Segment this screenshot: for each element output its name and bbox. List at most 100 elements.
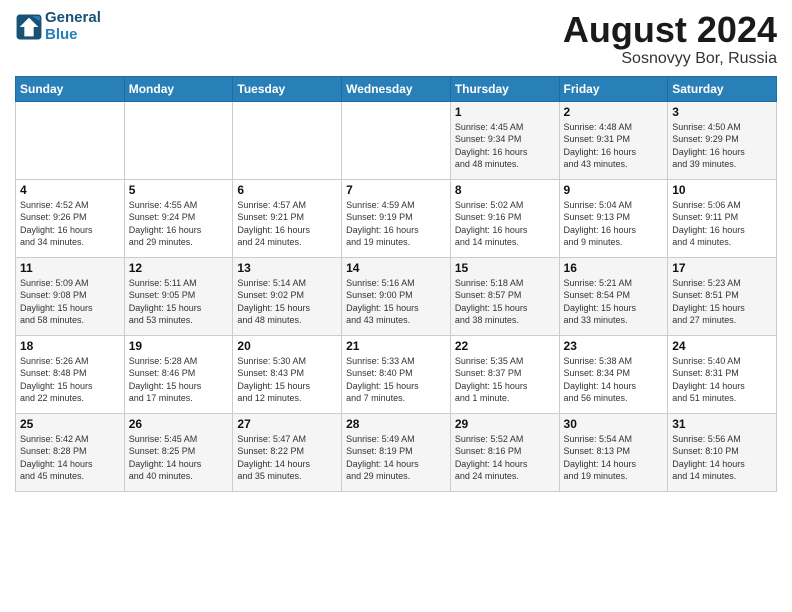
calendar-week-2: 4Sunrise: 4:52 AM Sunset: 9:26 PM Daylig… [16, 179, 777, 257]
logo-text: General Blue [45, 10, 101, 43]
day-number: 13 [237, 261, 337, 275]
day-number: 10 [672, 183, 772, 197]
day-number: 28 [346, 417, 446, 431]
day-info: Sunrise: 5:33 AM Sunset: 8:40 PM Dayligh… [346, 355, 446, 405]
day-number: 31 [672, 417, 772, 431]
day-info: Sunrise: 5:11 AM Sunset: 9:05 PM Dayligh… [129, 277, 229, 327]
calendar-cell: 6Sunrise: 4:57 AM Sunset: 9:21 PM Daylig… [233, 179, 342, 257]
day-info: Sunrise: 5:35 AM Sunset: 8:37 PM Dayligh… [455, 355, 555, 405]
day-number: 16 [564, 261, 664, 275]
calendar-cell [124, 101, 233, 179]
day-info: Sunrise: 5:02 AM Sunset: 9:16 PM Dayligh… [455, 199, 555, 249]
calendar-cell: 27 Sunrise: 5:47 AM Sunset: 8:22 PM Dayli… [233, 413, 342, 491]
day-info: Sunrise: 4:59 AM Sunset: 9:19 PM Dayligh… [346, 199, 446, 249]
day-number: 3 [672, 105, 772, 119]
day-info: Sunrise: 4:52 AM Sunset: 9:26 PM Dayligh… [20, 199, 120, 249]
day-info: Sunrise: 4:55 AM Sunset: 9:24 PM Dayligh… [129, 199, 229, 249]
day-number: 2 [564, 105, 664, 119]
day-info: Sunrise: 5:18 AM Sunset: 8:57 PM Dayligh… [455, 277, 555, 327]
day-number: 23 [564, 339, 664, 353]
calendar-table: SundayMondayTuesdayWednesdayThursdayFrid… [15, 76, 777, 492]
logo: General Blue [15, 10, 101, 43]
header-cell-sunday: Sunday [16, 76, 125, 101]
day-number: 6 [237, 183, 337, 197]
header: General Blue August 2024 Sosnovyy Bor, R… [15, 10, 777, 68]
day-info: Sunrise: 5:30 AM Sunset: 8:43 PM Dayligh… [237, 355, 337, 405]
header-cell-tuesday: Tuesday [233, 76, 342, 101]
calendar-cell: 12 Sunrise: 5:11 AM Sunset: 9:05 PM Dayli… [124, 257, 233, 335]
calendar-cell: 23Sunrise: 5:38 AM Sunset: 8:34 PM Dayli… [559, 335, 668, 413]
calendar-cell: 13 Sunrise: 5:14 AM Sunset: 9:02 PM Dayli… [233, 257, 342, 335]
day-info: Sunrise: 4:48 AM Sunset: 9:31 PM Dayligh… [564, 121, 664, 171]
day-number: 5 [129, 183, 229, 197]
calendar-cell: 5 Sunrise: 4:55 AM Sunset: 9:24 PM Daylig… [124, 179, 233, 257]
calendar-body: 1 Sunrise: 4:45 AM Sunset: 9:34 PM Daylig… [16, 101, 777, 491]
day-info: Sunrise: 5:42 AM Sunset: 8:28 PM Dayligh… [20, 433, 120, 483]
calendar-cell: 1 Sunrise: 4:45 AM Sunset: 9:34 PM Daylig… [450, 101, 559, 179]
day-number: 7 [346, 183, 446, 197]
day-info: Sunrise: 5:21 AM Sunset: 8:54 PM Dayligh… [564, 277, 664, 327]
page-container: General Blue August 2024 Sosnovyy Bor, R… [0, 0, 792, 502]
day-info: Sunrise: 4:50 AM Sunset: 9:29 PM Dayligh… [672, 121, 772, 171]
day-number: 29 [455, 417, 555, 431]
day-info: Sunrise: 5:23 AM Sunset: 8:51 PM Dayligh… [672, 277, 772, 327]
day-info: Sunrise: 5:09 AM Sunset: 9:08 PM Dayligh… [20, 277, 120, 327]
calendar-cell: 18 Sunrise: 5:26 AM Sunset: 8:48 PM Dayli… [16, 335, 125, 413]
month-title: August 2024 [563, 10, 777, 50]
day-number: 30 [564, 417, 664, 431]
day-number: 1 [455, 105, 555, 119]
header-cell-thursday: Thursday [450, 76, 559, 101]
day-info: Sunrise: 5:04 AM Sunset: 9:13 PM Dayligh… [564, 199, 664, 249]
day-number: 27 [237, 417, 337, 431]
day-number: 22 [455, 339, 555, 353]
calendar-week-4: 18 Sunrise: 5:26 AM Sunset: 8:48 PM Dayli… [16, 335, 777, 413]
calendar-cell: 14Sunrise: 5:16 AM Sunset: 9:00 PM Dayli… [342, 257, 451, 335]
calendar-cell: 17Sunrise: 5:23 AM Sunset: 8:51 PM Dayli… [668, 257, 777, 335]
calendar-cell: 30Sunrise: 5:54 AM Sunset: 8:13 PM Dayli… [559, 413, 668, 491]
day-info: Sunrise: 5:26 AM Sunset: 8:48 PM Dayligh… [20, 355, 120, 405]
day-number: 21 [346, 339, 446, 353]
day-number: 20 [237, 339, 337, 353]
calendar-cell [16, 101, 125, 179]
calendar-week-1: 1 Sunrise: 4:45 AM Sunset: 9:34 PM Daylig… [16, 101, 777, 179]
calendar-cell: 19 Sunrise: 5:28 AM Sunset: 8:46 PM Dayli… [124, 335, 233, 413]
day-info: Sunrise: 5:14 AM Sunset: 9:02 PM Dayligh… [237, 277, 337, 327]
day-info: Sunrise: 5:49 AM Sunset: 8:19 PM Dayligh… [346, 433, 446, 483]
calendar-cell: 25 Sunrise: 5:42 AM Sunset: 8:28 PM Dayli… [16, 413, 125, 491]
day-info: Sunrise: 5:16 AM Sunset: 9:00 PM Dayligh… [346, 277, 446, 327]
calendar-cell: 7 Sunrise: 4:59 AM Sunset: 9:19 PM Daylig… [342, 179, 451, 257]
calendar-header-row: SundayMondayTuesdayWednesdayThursdayFrid… [16, 76, 777, 101]
calendar-cell: 16 Sunrise: 5:21 AM Sunset: 8:54 PM Dayli… [559, 257, 668, 335]
day-info: Sunrise: 5:06 AM Sunset: 9:11 PM Dayligh… [672, 199, 772, 249]
day-info: Sunrise: 5:28 AM Sunset: 8:46 PM Dayligh… [129, 355, 229, 405]
calendar-week-3: 11 Sunrise: 5:09 AM Sunset: 9:08 PM Dayli… [16, 257, 777, 335]
day-number: 11 [20, 261, 120, 275]
day-number: 19 [129, 339, 229, 353]
calendar-cell: 21 Sunrise: 5:33 AM Sunset: 8:40 PM Dayli… [342, 335, 451, 413]
day-info: Sunrise: 4:45 AM Sunset: 9:34 PM Dayligh… [455, 121, 555, 171]
day-number: 24 [672, 339, 772, 353]
day-info: Sunrise: 5:47 AM Sunset: 8:22 PM Dayligh… [237, 433, 337, 483]
calendar-cell: 8Sunrise: 5:02 AM Sunset: 9:16 PM Daylig… [450, 179, 559, 257]
day-info: Sunrise: 5:40 AM Sunset: 8:31 PM Dayligh… [672, 355, 772, 405]
calendar-cell: 4Sunrise: 4:52 AM Sunset: 9:26 PM Daylig… [16, 179, 125, 257]
day-number: 15 [455, 261, 555, 275]
day-number: 25 [20, 417, 120, 431]
day-number: 9 [564, 183, 664, 197]
title-block: August 2024 Sosnovyy Bor, Russia [563, 10, 777, 68]
calendar-cell: 29 Sunrise: 5:52 AM Sunset: 8:16 PM Dayli… [450, 413, 559, 491]
day-number: 18 [20, 339, 120, 353]
calendar-cell: 11 Sunrise: 5:09 AM Sunset: 9:08 PM Dayli… [16, 257, 125, 335]
calendar-cell: 26 Sunrise: 5:45 AM Sunset: 8:25 PM Dayli… [124, 413, 233, 491]
day-info: Sunrise: 5:52 AM Sunset: 8:16 PM Dayligh… [455, 433, 555, 483]
day-number: 12 [129, 261, 229, 275]
calendar-cell: 24 Sunrise: 5:40 AM Sunset: 8:31 PM Dayli… [668, 335, 777, 413]
calendar-cell: 3 Sunrise: 4:50 AM Sunset: 9:29 PM Daylig… [668, 101, 777, 179]
header-cell-saturday: Saturday [668, 76, 777, 101]
calendar-cell [342, 101, 451, 179]
calendar-cell [233, 101, 342, 179]
calendar-cell: 15 Sunrise: 5:18 AM Sunset: 8:57 PM Dayli… [450, 257, 559, 335]
day-info: Sunrise: 5:45 AM Sunset: 8:25 PM Dayligh… [129, 433, 229, 483]
day-number: 26 [129, 417, 229, 431]
calendar-cell: 2 Sunrise: 4:48 AM Sunset: 9:31 PM Daylig… [559, 101, 668, 179]
